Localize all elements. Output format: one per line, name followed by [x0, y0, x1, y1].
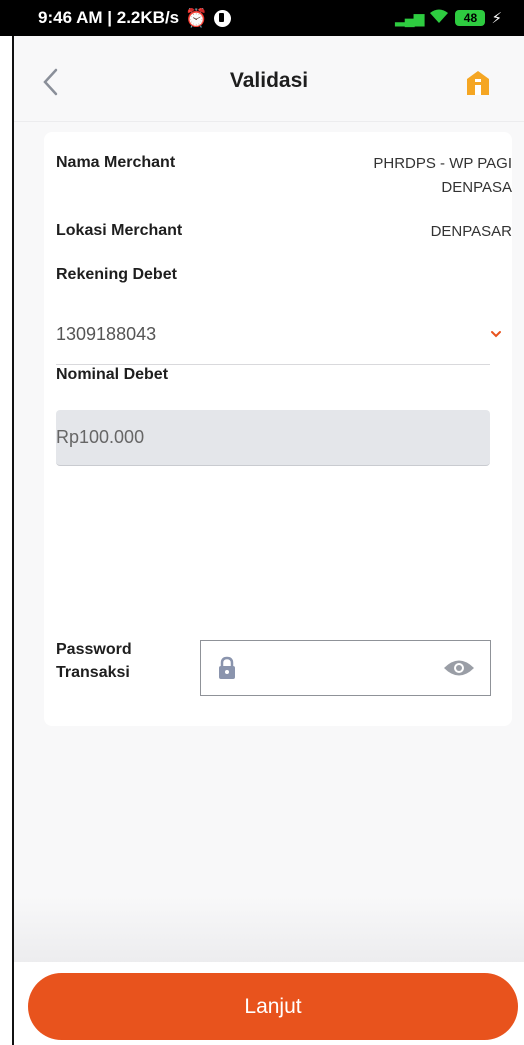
- app-screen: Validasi Nama Merchant PHRDPS - WP PAGI …: [12, 36, 524, 1045]
- debit-account-select[interactable]: 1309188043: [56, 324, 156, 345]
- chevron-down-icon[interactable]: [490, 327, 502, 339]
- password-input[interactable]: [200, 640, 491, 696]
- wifi-icon: [429, 8, 449, 29]
- merchant-name-value-line2: DENPASA: [441, 179, 512, 196]
- select-underline: [56, 364, 490, 365]
- app-bar: Validasi: [14, 36, 524, 122]
- debit-amount-value: Rp100.000: [56, 427, 145, 447]
- password-label-line1: Password: [56, 641, 132, 658]
- bottom-shadow: [14, 896, 524, 966]
- charging-icon: ⚡: [491, 10, 502, 27]
- notification-icon: [213, 9, 231, 27]
- debit-amount-field: Rp100.000: [56, 410, 490, 466]
- merchant-name-value: PHRDPS - WP PAGI DENPASA: [292, 152, 512, 200]
- eye-icon[interactable]: [442, 657, 476, 679]
- debit-account-label: Rekening Debet: [56, 266, 177, 283]
- signal-icon: ▂▄▆: [395, 9, 424, 26]
- lock-icon: [217, 656, 237, 680]
- continue-button[interactable]: Lanjut: [28, 973, 518, 1040]
- merchant-location-value: DENPASAR: [430, 223, 512, 240]
- status-bar-left: 9:46 AM | 2.2KB/s ⏰: [38, 8, 231, 29]
- status-bar: 9:46 AM | 2.2KB/s ⏰ ▂▄▆ 48 ⚡: [0, 0, 524, 36]
- merchant-name-value-line1: PHRDPS - WP PAGI: [373, 155, 512, 172]
- validation-card: Nama Merchant PHRDPS - WP PAGI DENPASA L…: [44, 132, 512, 726]
- home-icon[interactable]: [464, 69, 492, 97]
- password-label: Password Transaksi: [56, 638, 166, 684]
- battery-icon: 48: [455, 10, 486, 26]
- page-title: Validasi: [229, 69, 309, 92]
- merchant-name-label: Nama Merchant: [56, 154, 176, 171]
- status-bar-right: ▂▄▆ 48 ⚡: [395, 8, 502, 29]
- alarm-icon: ⏰: [185, 7, 208, 28]
- password-label-line2: Transaksi: [56, 664, 130, 681]
- status-time-speed: 9:46 AM | 2.2KB/s: [38, 8, 180, 27]
- merchant-location-label: Lokasi Merchant: [56, 222, 183, 239]
- debit-amount-label: Nominal Debet: [56, 366, 169, 383]
